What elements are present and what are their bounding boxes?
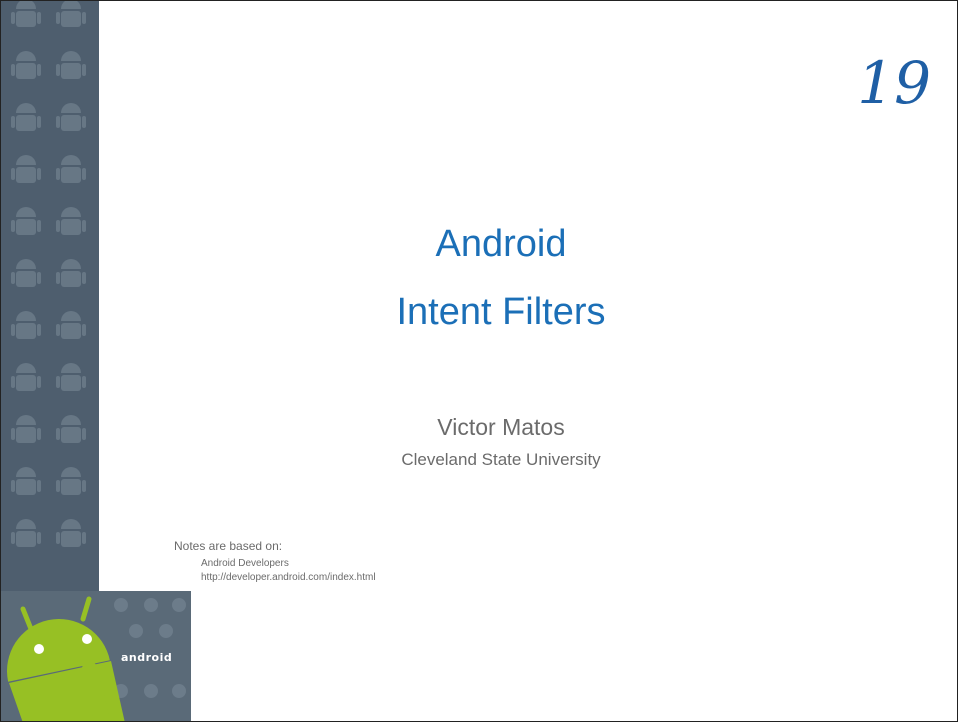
slide: 19 Android Intent Filters Victor Matos C… [0,0,958,722]
author-affiliation: Cleveland State University [401,450,601,469]
notes-label: Notes are based on: [174,539,283,553]
notes-url: http://developer.android.com/index.html [201,572,376,583]
slide-title-line1: Android [435,223,567,265]
android-logo: android [1,591,191,721]
author-name: Victor Matos [437,414,565,440]
slide-number: 19 [857,49,931,117]
notes-source: Android Developers [201,558,289,569]
slide-title-line2: Intent Filters [396,291,606,333]
android-logo-text: android [121,651,173,664]
